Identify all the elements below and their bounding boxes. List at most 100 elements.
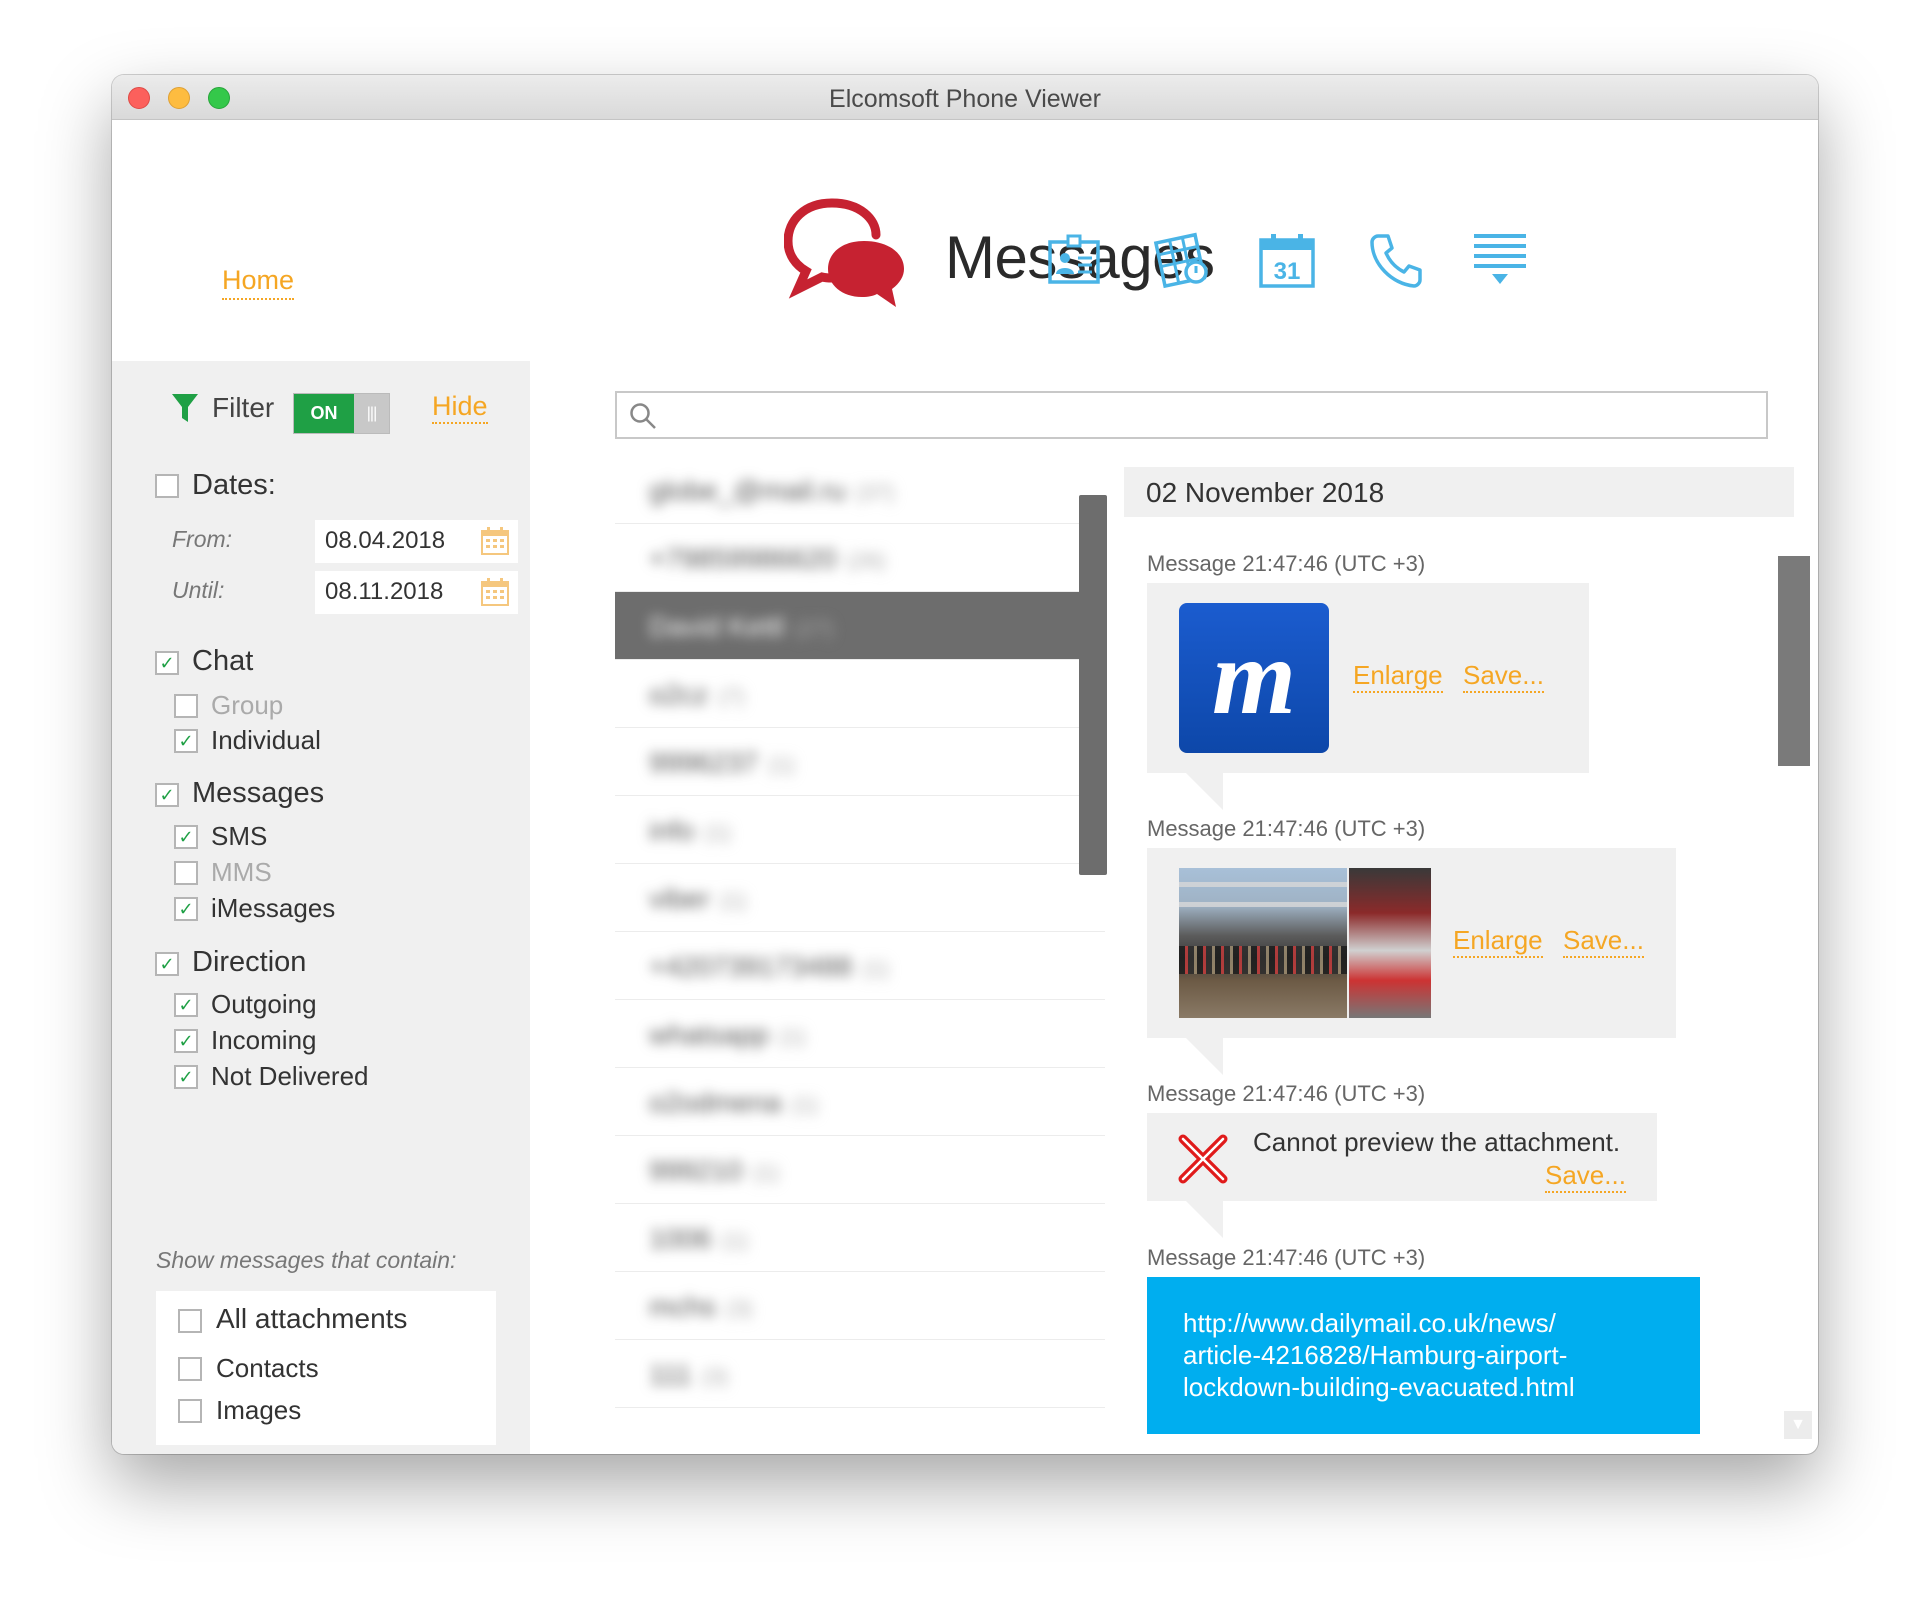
conversation-name-text: +79859986620 [649, 543, 837, 574]
conversation-item[interactable]: 9996237 (1) [615, 728, 1105, 796]
enlarge-link[interactable]: Enlarge [1353, 660, 1443, 693]
individual-checkbox[interactable]: ✓ [174, 729, 198, 753]
airport-photo-thumbnail[interactable] [1179, 868, 1431, 1018]
messages-checkbox[interactable]: ✓ [155, 783, 179, 807]
contacts-checkbox[interactable] [178, 1357, 202, 1381]
contacts-label: Contacts [216, 1353, 319, 1383]
conversation-name-text: o2cz [649, 679, 709, 710]
message-timestamp: Message 21:47:46 (UTC +3) [1147, 1081, 1426, 1106]
chat-checkbox[interactable]: ✓ [155, 651, 179, 675]
save-link[interactable]: Save... [1463, 660, 1544, 693]
link-line[interactable]: article-4216828/Hamburg-airport- [1183, 1339, 1664, 1371]
outgoing-checkbox[interactable]: ✓ [174, 993, 198, 1017]
menu-icon[interactable] [1470, 230, 1530, 290]
conversation-item[interactable]: info (1) [615, 796, 1105, 864]
group-label: Group [211, 690, 284, 720]
incoming-label: Incoming [211, 1025, 317, 1055]
search-field[interactable] [615, 391, 1768, 439]
conversation-count: (27) [794, 616, 834, 641]
conversation-item[interactable]: 111 (3) [615, 1340, 1105, 1408]
save-link[interactable]: Save... [1545, 1160, 1626, 1193]
conversation-name: o2cz (7) [649, 679, 745, 711]
conversation-name-text: 1006 [649, 1223, 712, 1254]
mms-checkbox[interactable] [174, 861, 198, 885]
link-message-bubble[interactable]: http://www.dailymail.co.uk/news/ article… [1147, 1277, 1700, 1434]
until-date-field[interactable]: 08.11.2018 [315, 571, 518, 614]
sms-checkbox[interactable]: ✓ [174, 825, 198, 849]
from-calendar-icon[interactable] [480, 526, 510, 556]
until-calendar-icon[interactable] [480, 577, 510, 607]
contacts-icon[interactable] [1044, 230, 1104, 290]
conversation-name-text: info [649, 815, 695, 846]
conversation-count: (37) [855, 480, 895, 505]
all-attachments-checkbox[interactable] [178, 1309, 202, 1333]
bubble-tail [1185, 1200, 1223, 1238]
conversation-item[interactable]: +79859986620 (26) [615, 524, 1105, 592]
conversation-item[interactable]: viber (1) [615, 864, 1105, 932]
conversation-name: 999210 (1) [649, 1155, 779, 1187]
conversation-count: (1) [719, 888, 747, 913]
conversation-item[interactable]: globe_@mail.ru (37) [615, 456, 1105, 524]
from-date-field[interactable]: 08.04.2018 [315, 520, 518, 563]
scroll-down-arrow[interactable]: ▼ [1784, 1411, 1812, 1439]
dailymail-logo-thumbnail[interactable]: m [1179, 603, 1329, 753]
filter-toggle[interactable]: ON ||| [293, 393, 390, 434]
from-label: From: [172, 526, 233, 552]
conversation-item[interactable]: o2odmena (1) [615, 1068, 1105, 1136]
conversation-name: 9996237 (1) [649, 747, 795, 779]
conversation-item[interactable]: o2cz (7) [615, 660, 1105, 728]
conversation-count: (1) [791, 1092, 819, 1117]
conversation-name: whatsapp (1) [649, 1019, 806, 1051]
conversation-item[interactable]: whatsapp (1) [615, 1000, 1105, 1068]
bubble-tail [1185, 1037, 1223, 1075]
conversation-item[interactable]: +420739173488 (1) [615, 932, 1105, 1000]
conversation-list-scrollbar[interactable] [1079, 495, 1107, 875]
enlarge-link[interactable]: Enlarge [1453, 925, 1543, 958]
hide-filter-link[interactable]: Hide [432, 391, 488, 424]
conversation-item[interactable]: mchs (3) [615, 1272, 1105, 1340]
individual-label: Individual [211, 725, 321, 755]
conversation-item[interactable]: 1006 (1) [615, 1204, 1105, 1272]
message-bubble: Cannot preview the attachment. Save... [1147, 1113, 1657, 1201]
dates-checkbox[interactable] [155, 474, 179, 498]
conversation-name-text: whatsapp [649, 1019, 769, 1050]
conversation-count: (3) [701, 1364, 729, 1389]
conversation-count: (1) [752, 1160, 780, 1185]
phone-icon[interactable] [1364, 230, 1424, 290]
link-line[interactable]: lockdown-building-evacuated.html [1183, 1371, 1664, 1403]
until-date-value: 08.11.2018 [325, 578, 444, 605]
conversation-item[interactable]: David Kettl (27) [615, 592, 1105, 660]
incoming-checkbox[interactable]: ✓ [174, 1029, 198, 1053]
all-attachments-label: All attachments [216, 1303, 408, 1334]
images-checkbox[interactable] [178, 1399, 202, 1423]
notes-icon[interactable] [1152, 230, 1212, 290]
imessages-checkbox[interactable]: ✓ [174, 897, 198, 921]
home-link[interactable]: Home [222, 265, 295, 300]
messages-logo-icon [784, 198, 904, 307]
no-preview-x-icon [1178, 1134, 1228, 1184]
chat-label: Chat [192, 645, 254, 677]
conversation-item[interactable]: 999210 (1) [615, 1136, 1105, 1204]
conversation-name: globe_@mail.ru (37) [649, 475, 895, 507]
conversation-name-text: 9996237 [649, 747, 759, 778]
not-delivered-checkbox[interactable]: ✓ [174, 1065, 198, 1089]
filter-icon [172, 394, 198, 422]
imessages-label: iMessages [211, 893, 336, 923]
conversation-name-text: o2odmena [649, 1087, 782, 1118]
conversation-name: 111 (3) [649, 1359, 728, 1391]
conversation-name: David Kettl (27) [649, 611, 834, 643]
message-bubble: Enlarge Save... [1147, 848, 1676, 1038]
contains-label: Show messages that contain: [156, 1247, 457, 1273]
conversation-name-text: David Kettl [649, 611, 785, 642]
direction-checkbox[interactable]: ✓ [155, 952, 179, 976]
toggle-knob[interactable]: ||| [354, 394, 389, 433]
thread-scrollbar[interactable] [1778, 556, 1810, 766]
group-checkbox[interactable] [174, 694, 198, 718]
link-line[interactable]: http://www.dailymail.co.uk/news/ [1183, 1307, 1664, 1339]
conversation-list[interactable]: globe_@mail.ru (37) +79859986620 (26) David … [615, 456, 1105, 1454]
conversation-count: (1) [778, 1024, 806, 1049]
calendar-icon[interactable]: 31 [1257, 230, 1317, 290]
direction-label: Direction [192, 946, 307, 978]
save-link[interactable]: Save... [1563, 925, 1644, 958]
conversation-count: (1) [704, 820, 732, 845]
